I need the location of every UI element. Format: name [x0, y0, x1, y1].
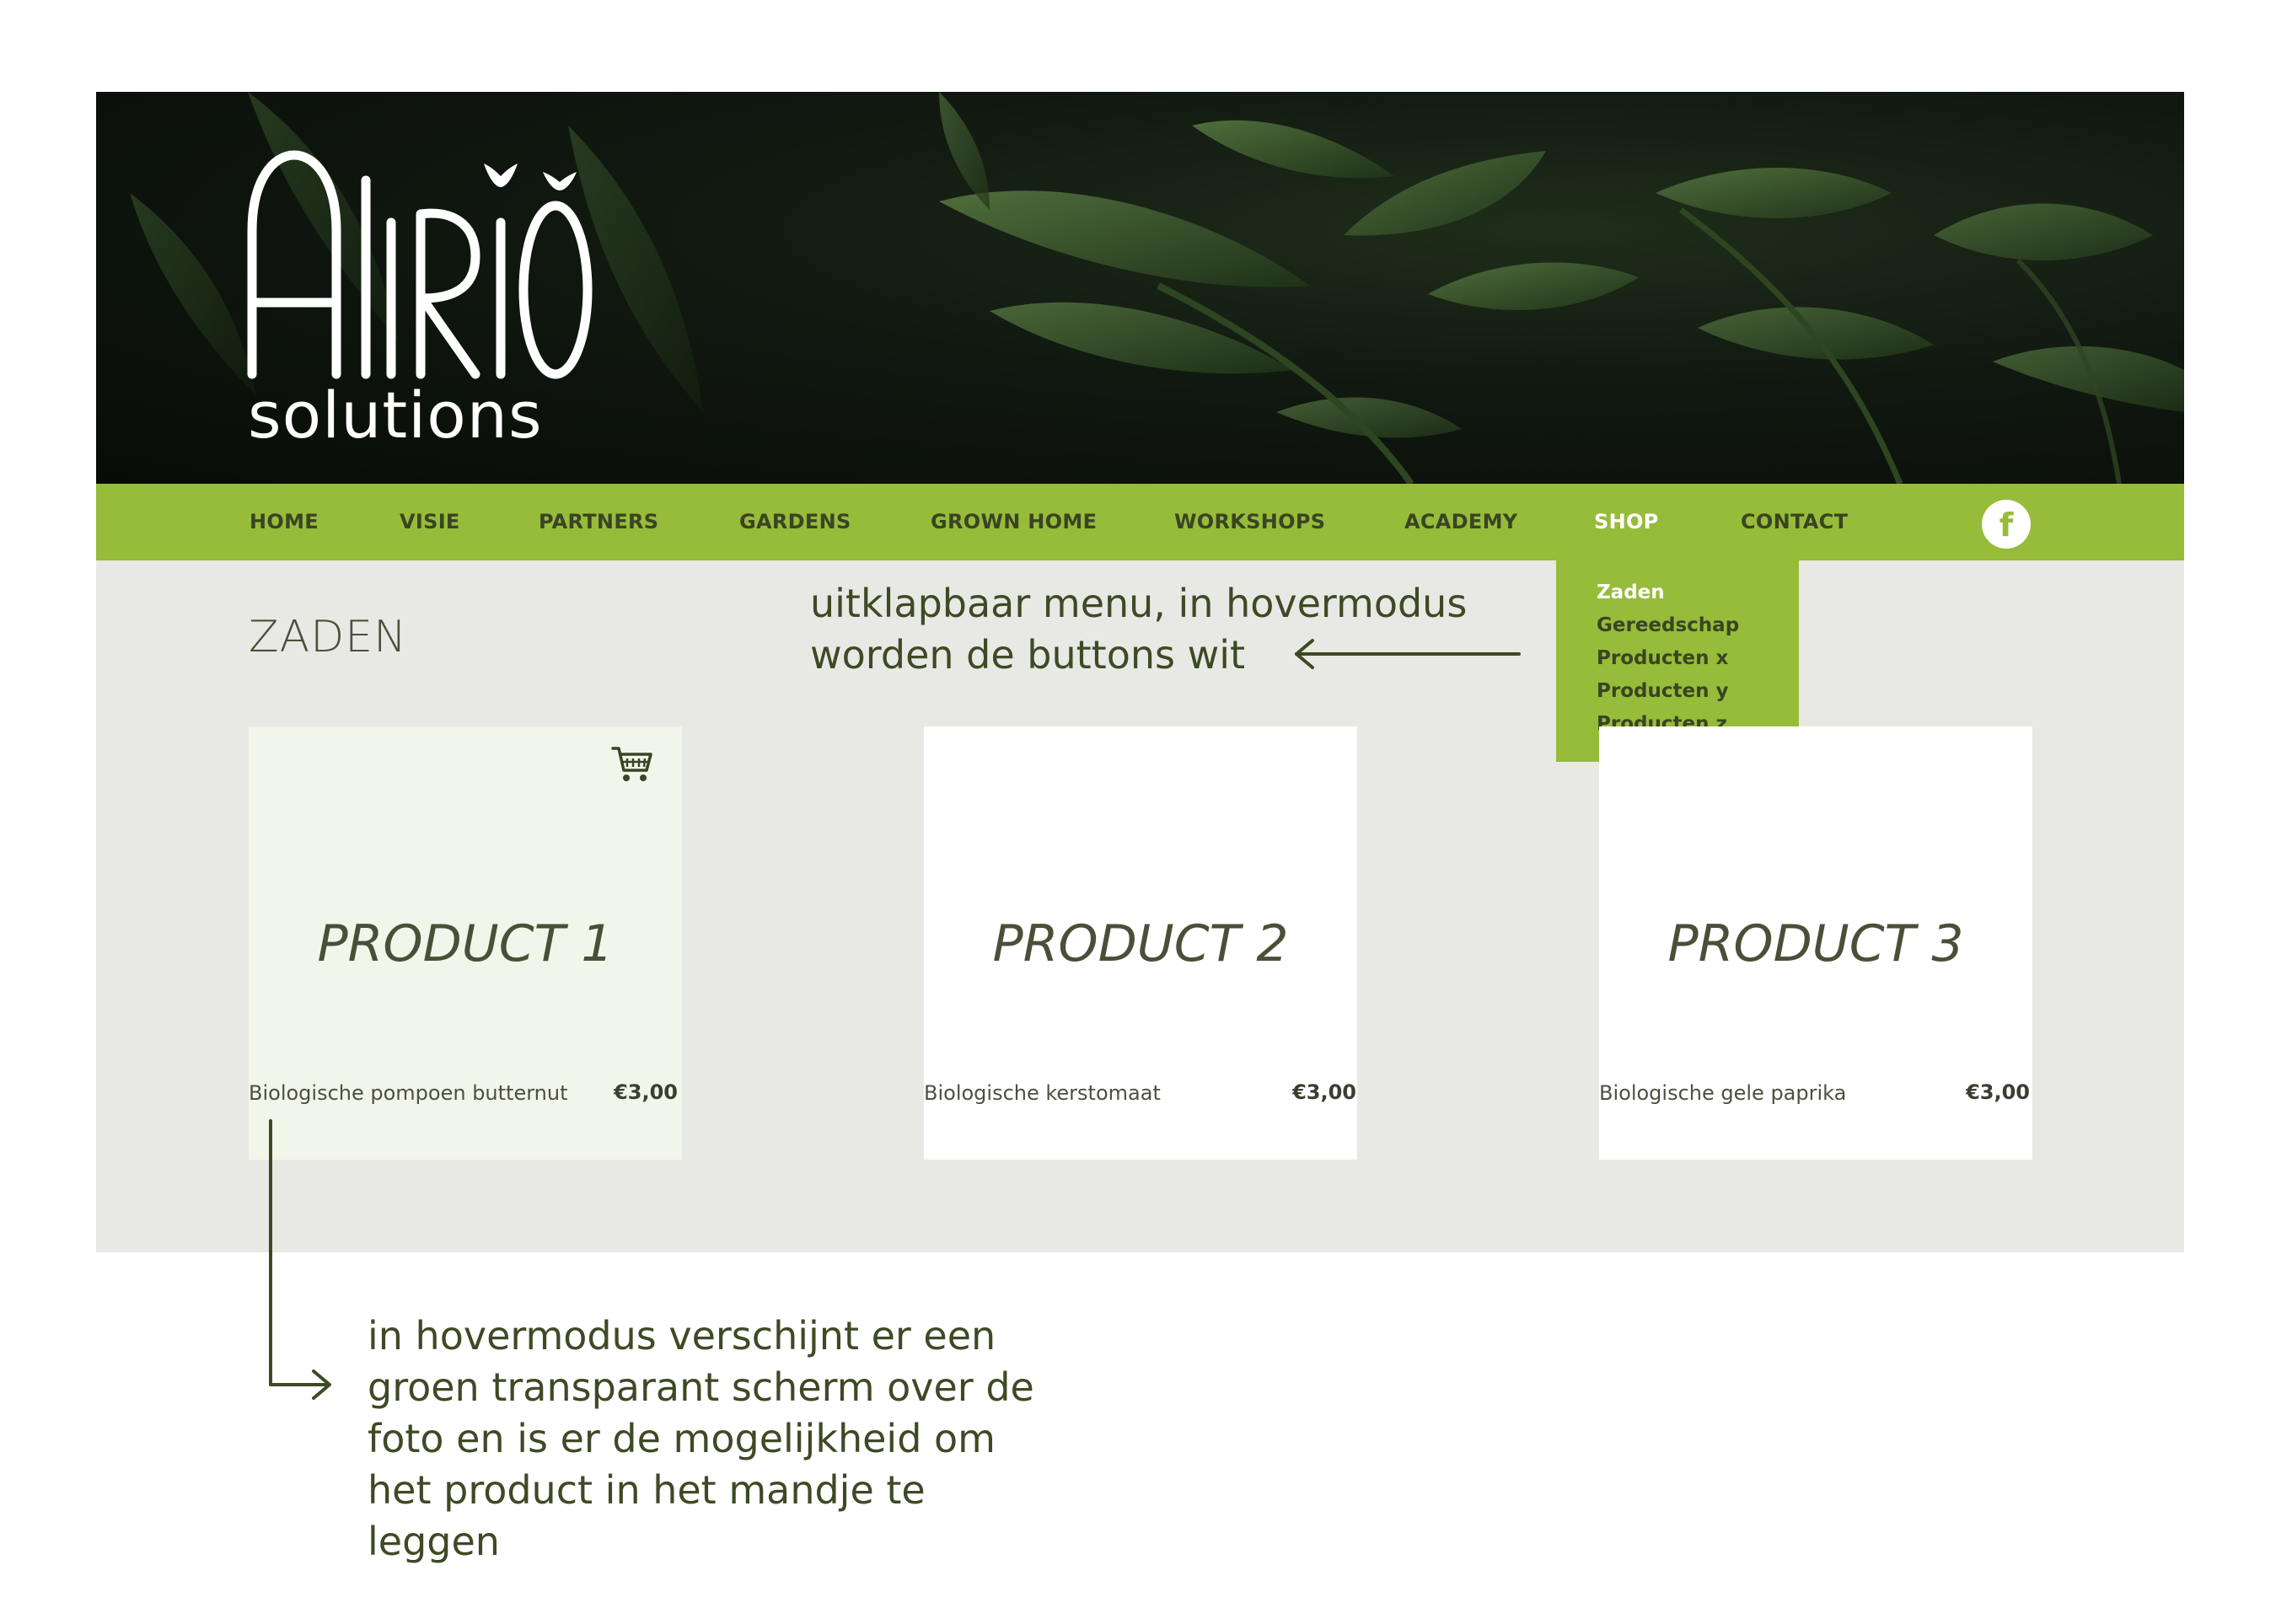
arrow-right-icon	[269, 1119, 330, 1386]
annotation-arrows	[269, 639, 1521, 1400]
